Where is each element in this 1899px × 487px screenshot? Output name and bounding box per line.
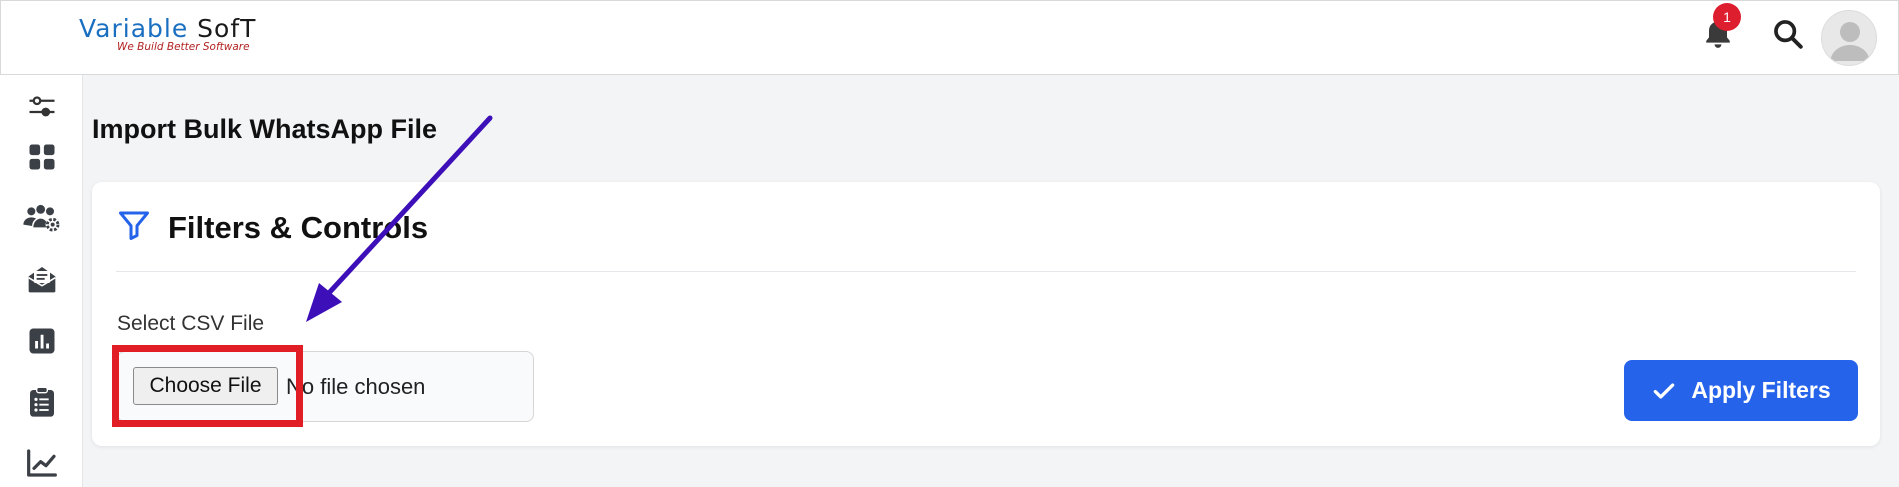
- annotation-arrow-icon: [306, 115, 493, 322]
